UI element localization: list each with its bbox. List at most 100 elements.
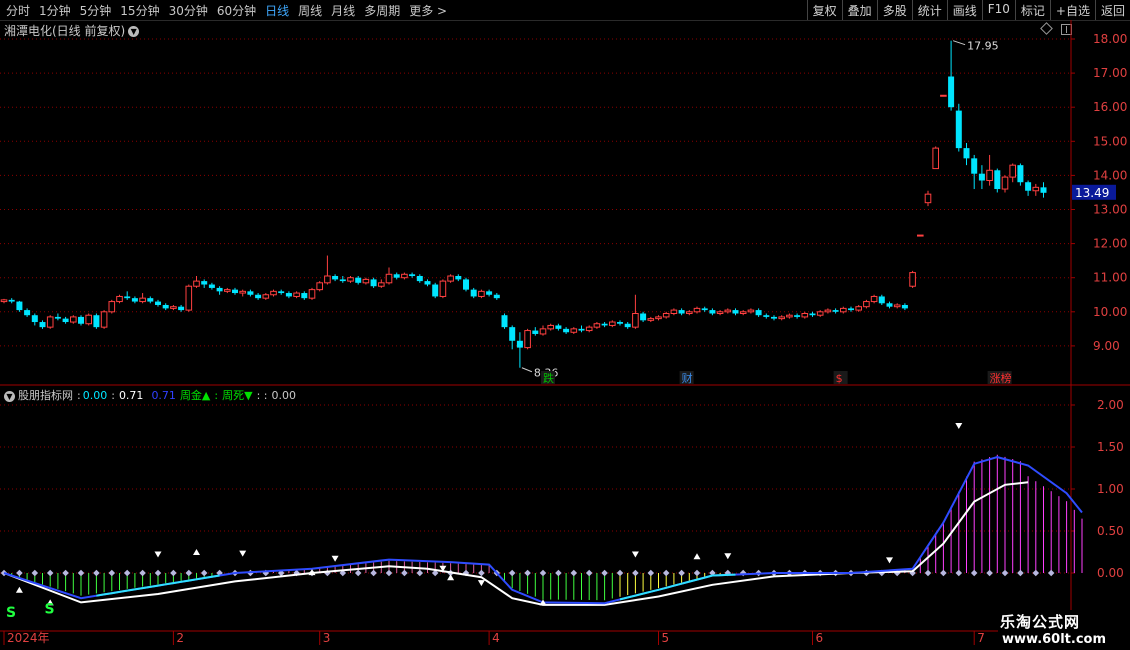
weekly-dead-label: 周死▼ — [222, 389, 253, 402]
event-tag-bg — [541, 371, 555, 384]
candle-body — [370, 279, 377, 287]
zero-marker — [585, 569, 593, 577]
zero-marker — [1032, 569, 1040, 577]
zero-marker — [478, 569, 485, 577]
candle-body — [124, 296, 131, 299]
candle-body — [940, 94, 947, 97]
candle-body — [193, 280, 200, 287]
toolbar-button-6[interactable]: 标记 — [1014, 0, 1050, 20]
tab-period-4[interactable]: 30分钟 — [169, 2, 208, 19]
zero-marker — [816, 569, 824, 577]
candle-body — [0, 299, 8, 303]
candle-body — [809, 313, 816, 316]
low-pointer — [521, 367, 533, 373]
price-tick-label: 9.00 — [1093, 339, 1120, 353]
candle-body — [316, 282, 323, 291]
zero-marker — [170, 569, 177, 577]
toolbar-button-3[interactable]: 统计 — [911, 0, 947, 20]
zero-marker — [678, 569, 685, 577]
toolbar-button-5[interactable]: F10 — [981, 0, 1015, 20]
candle-body — [917, 234, 924, 237]
candle-body — [1040, 187, 1047, 193]
candle-body — [632, 313, 639, 328]
candle-body — [994, 170, 1001, 190]
candle-body — [747, 309, 755, 313]
indicator-tick-label: 0.50 — [1097, 524, 1124, 538]
signal-triangle — [46, 599, 54, 606]
zero-marker — [431, 569, 439, 577]
time-tick-label: 2 — [176, 631, 184, 645]
zero-marker — [724, 569, 732, 577]
candle-body — [547, 324, 555, 330]
tab-period-3[interactable]: 15分钟 — [120, 2, 159, 19]
signal-triangle — [439, 565, 447, 572]
sell-mark: S — [45, 602, 55, 618]
weekly-gold-label: 周金▲ — [179, 389, 211, 402]
signal-triangle — [955, 423, 963, 429]
candle-body — [31, 315, 38, 323]
collapse-icon[interactable] — [1061, 24, 1072, 35]
candle-body — [955, 110, 962, 149]
candle-body — [216, 287, 223, 292]
candle-body — [794, 315, 801, 317]
time-tick-label: 7 — [977, 631, 985, 645]
candle-body — [971, 158, 978, 174]
candle-body — [893, 304, 901, 308]
diamond-icon[interactable] — [1040, 22, 1053, 35]
price-tick-label: 13.00 — [1093, 203, 1127, 217]
zero-marker — [647, 569, 655, 577]
tab-period-1[interactable]: 1分钟 — [39, 2, 71, 19]
zero-marker — [539, 569, 547, 577]
zero-marker — [462, 569, 470, 577]
event-tag: 财 — [682, 371, 693, 385]
candle-body — [1017, 165, 1024, 183]
toolbar-button-2[interactable]: 多股 — [876, 0, 912, 20]
tab-period-7[interactable]: 周线 — [298, 2, 322, 19]
candle-body — [640, 313, 647, 321]
tab-period-2[interactable]: 5分钟 — [80, 2, 112, 19]
candle-body — [501, 315, 508, 328]
signal-triangle — [631, 551, 639, 558]
tab-period-10[interactable]: 更多 > — [409, 2, 447, 19]
toolbar-button-1[interactable]: 叠加 — [841, 0, 877, 20]
candle-body — [909, 272, 916, 287]
signal-triangle — [193, 549, 200, 555]
indicator-line-cyan — [619, 573, 736, 601]
candle-body — [470, 289, 477, 297]
candle-body — [863, 301, 870, 308]
tab-period-5[interactable]: 60分钟 — [217, 2, 256, 19]
zero-marker — [955, 569, 963, 577]
indicator-tick-label: 2.00 — [1097, 398, 1124, 412]
candle-body — [278, 291, 285, 294]
price-tick-label: 11.00 — [1093, 271, 1127, 285]
candle-body — [24, 310, 31, 316]
candle-body — [439, 280, 447, 297]
tab-period-9[interactable]: 多周期 — [364, 2, 400, 19]
zero-marker — [786, 569, 793, 577]
toolbar-button-7[interactable]: +自选 — [1049, 0, 1095, 20]
chevron-down-icon[interactable]: ▼ — [4, 390, 15, 402]
zero-marker — [308, 569, 316, 577]
tab-period-0[interactable]: 分时 — [6, 2, 30, 19]
candle-body — [924, 193, 932, 204]
zero-marker — [662, 569, 670, 577]
candle-body — [170, 306, 177, 309]
candle-body — [778, 316, 786, 320]
zero-marker — [62, 569, 69, 577]
candle-body — [739, 311, 747, 315]
chevron-down-icon[interactable]: ▼ — [128, 26, 140, 37]
candle-body — [385, 273, 393, 284]
stock-chart[interactable]: 18.00 17.00 16.00 15.00 14.00 13.00 12.00 11.00… — [0, 0, 1130, 650]
signal-triangle — [15, 586, 23, 593]
zero-marker — [739, 569, 747, 577]
toolbar-button-4[interactable]: 画线 — [946, 0, 982, 20]
candle-body — [493, 294, 500, 299]
tab-period-6[interactable]: 日线 — [265, 2, 289, 19]
time-tick-label: 6 — [816, 631, 824, 645]
toolbar-button-8[interactable]: 返回 — [1094, 0, 1130, 20]
period-tabs: 分时 1分钟 5分钟 15分钟 30分钟 60分钟 日线 周线 月线 多周期 更多 > — [6, 2, 456, 19]
candle-body — [116, 295, 123, 303]
tab-period-8[interactable]: 月线 — [331, 2, 355, 19]
toolbar-button-0[interactable]: 复权 — [806, 0, 842, 20]
candle-body — [647, 318, 655, 321]
